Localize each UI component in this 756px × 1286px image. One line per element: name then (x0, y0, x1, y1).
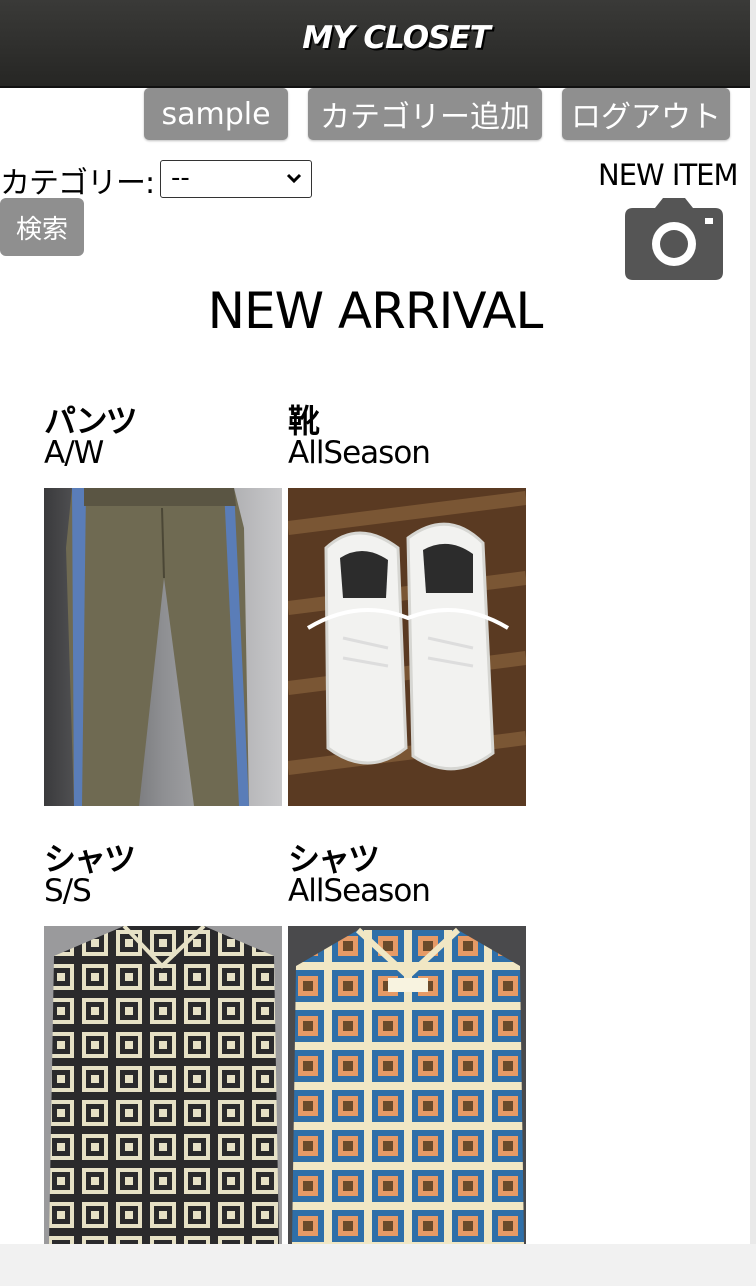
item-image[interactable] (288, 926, 526, 1244)
app-header: MY CLOSET (0, 0, 750, 88)
add-category-button[interactable]: カテゴリー追加 (308, 88, 542, 140)
list-item[interactable]: パンツ A/W (44, 402, 282, 806)
list-item[interactable]: シャツ AllSeason (288, 840, 526, 1244)
item-image[interactable] (44, 488, 282, 806)
category-label: カテゴリー: (0, 166, 155, 201)
item-category: パンツ (44, 402, 138, 440)
chevron-down-icon (286, 173, 302, 184)
category-select-value: -- (171, 163, 190, 193)
item-image[interactable] (288, 488, 526, 806)
list-item[interactable]: シャツ S/S (44, 840, 282, 1244)
item-category: シャツ (288, 840, 380, 878)
camera-icon[interactable] (625, 198, 723, 280)
sample-button[interactable]: sample (144, 88, 288, 140)
list-item[interactable]: 靴 AllSeason (288, 402, 526, 806)
item-season: AllSeason (288, 873, 431, 909)
item-season: AllSeason (288, 435, 431, 471)
item-category: 靴 (288, 402, 320, 440)
item-season: S/S (44, 873, 92, 909)
search-button[interactable]: 検索 (0, 198, 84, 256)
app-title: MY CLOSET (302, 20, 491, 56)
logout-button[interactable]: ログアウト (562, 88, 730, 140)
item-image[interactable] (44, 926, 282, 1244)
category-select[interactable]: -- (160, 160, 312, 198)
item-category: シャツ (44, 840, 136, 878)
new-item-label: NEW ITEM (598, 158, 739, 192)
item-season: A/W (44, 435, 104, 471)
scrollbar-track[interactable] (750, 0, 756, 1286)
section-title: NEW ARRIVAL (207, 282, 544, 340)
bottom-bar (0, 1244, 756, 1286)
